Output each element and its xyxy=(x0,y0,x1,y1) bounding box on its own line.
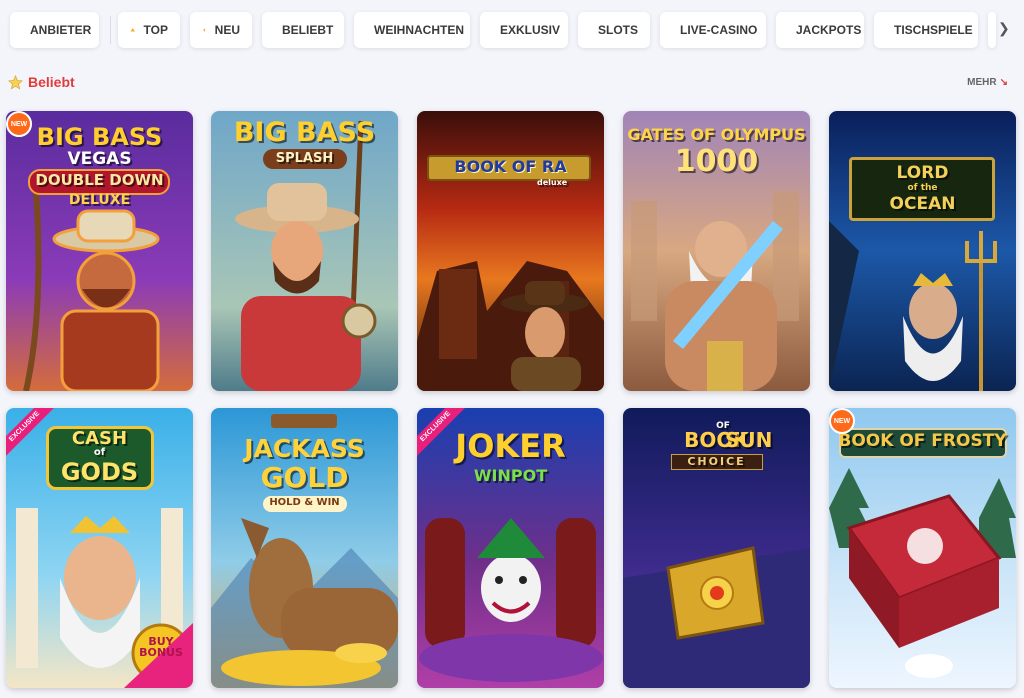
more-label: MEHR xyxy=(967,77,997,88)
category-label: EXKLUSIV xyxy=(500,23,561,37)
category-beliebt[interactable]: BELIEBT xyxy=(262,12,344,48)
category-label: ANBIETER xyxy=(30,23,92,37)
game-tile-book-of-sun[interactable]: BOOK OF SUN CHOICE xyxy=(623,408,810,688)
category-jackpots[interactable]: JACKPOTS xyxy=(776,12,864,48)
game-title: SUN xyxy=(725,428,773,452)
game-title: JOKER xyxy=(455,427,566,465)
game-title: BIG BASS xyxy=(36,123,163,151)
more-link[interactable]: MEHR ↘ xyxy=(967,77,1008,88)
game-tile-lord-of-the-ocean[interactable]: LORD of the OCEAN xyxy=(829,111,1016,391)
category-label: BELIEBT xyxy=(282,23,334,37)
new-badge: NEW xyxy=(829,408,855,434)
arrow-icon: ↘ xyxy=(999,77,1008,88)
game-title: 1000 xyxy=(674,144,759,179)
buy-bonus-label: BUY BONUS xyxy=(139,635,183,659)
star-icon xyxy=(8,74,23,89)
game-title: CASH xyxy=(71,428,128,449)
game-title: of xyxy=(93,447,106,458)
game-title: GATES OF OLYMPUS xyxy=(627,125,806,144)
new-badge: NEW xyxy=(6,111,32,137)
category-neu[interactable]: NEU xyxy=(190,12,252,48)
category-label: JACKPOTS xyxy=(796,23,862,37)
category-label: TOP xyxy=(143,23,168,37)
category-overflow[interactable] xyxy=(988,12,996,48)
category-label: TISCHSPIELE xyxy=(894,23,973,37)
game-tile-book-of-ra[interactable]: BOOK OF RA deluxe xyxy=(417,111,604,391)
category-label: NEU xyxy=(214,23,240,37)
game-tile-jackass-gold[interactable]: JACKASS GOLD HOLD & WIN xyxy=(211,408,398,688)
category-exklusiv[interactable]: $ EXKLUSIV xyxy=(480,12,568,48)
top-icon xyxy=(130,28,135,32)
new-flame-icon xyxy=(203,28,206,32)
category-top[interactable]: TOP xyxy=(118,12,180,48)
game-tile-big-bass-splash[interactable]: BIG BASS SPLASH xyxy=(211,111,398,391)
game-title: LORD xyxy=(896,163,949,183)
game-title: BOOK OF RA xyxy=(454,157,567,176)
game-artwork xyxy=(829,111,1016,391)
game-title: GOLD xyxy=(260,461,349,494)
game-title: DOUBLE DOWN xyxy=(35,171,164,189)
game-tile-cash-of-gods[interactable]: CASH of GODS BUY BONUS EXCLUSIVE xyxy=(6,408,193,688)
game-title: of the xyxy=(907,183,938,193)
game-tile-book-of-frosty[interactable]: BOOK OF FROSTY NEW xyxy=(829,408,1016,688)
category-label: LIVE-CASINO xyxy=(680,23,758,37)
game-subtitle: deluxe xyxy=(537,178,568,187)
game-artwork xyxy=(417,111,604,391)
game-tile-big-bass-vegas[interactable]: BIG BASS VEGAS DOUBLE DOWN DELUXE NEW xyxy=(6,111,193,391)
game-title: DELUXE xyxy=(68,192,131,208)
category-slots[interactable]: SLOTS xyxy=(578,12,650,48)
section-title: Beliebt xyxy=(28,74,75,90)
category-bar: ANBIETER TOP NEU BELIEBT WEIHNACHTEN $ E… xyxy=(0,0,1024,62)
category-live-casino[interactable]: LIVE-CASINO xyxy=(660,12,766,48)
category-weihnachten[interactable]: WEIHNACHTEN xyxy=(354,12,470,48)
game-tile-gates-of-olympus[interactable]: GATES OF OLYMPUS 1000 xyxy=(623,111,810,391)
game-title: JACKASS xyxy=(244,434,365,463)
game-title: HOLD & WIN xyxy=(269,497,340,508)
category-anbieter[interactable]: ANBIETER xyxy=(10,12,99,48)
category-tischspiele[interactable]: J TISCHSPIELE xyxy=(874,12,978,48)
chevron-right-icon[interactable]: ❯ xyxy=(998,20,1010,37)
game-title: BOOK OF FROSTY xyxy=(838,431,1007,451)
game-tile-joker-winpot[interactable]: JOKER WINPOT EXCLUSIVE xyxy=(417,408,604,688)
sign-post xyxy=(271,414,337,428)
game-title: VEGAS xyxy=(67,149,132,169)
divider xyxy=(110,16,111,44)
game-title: GODS xyxy=(60,458,139,486)
game-title: CHOICE xyxy=(687,455,746,468)
category-label: WEIHNACHTEN xyxy=(374,23,464,37)
game-title: BIG BASS xyxy=(233,117,376,148)
game-title: WINPOT xyxy=(473,466,548,485)
category-label: SLOTS xyxy=(598,23,639,37)
game-title: SPLASH xyxy=(275,151,334,166)
game-title: OCEAN xyxy=(889,194,956,214)
section-header: Beliebt xyxy=(8,74,75,90)
